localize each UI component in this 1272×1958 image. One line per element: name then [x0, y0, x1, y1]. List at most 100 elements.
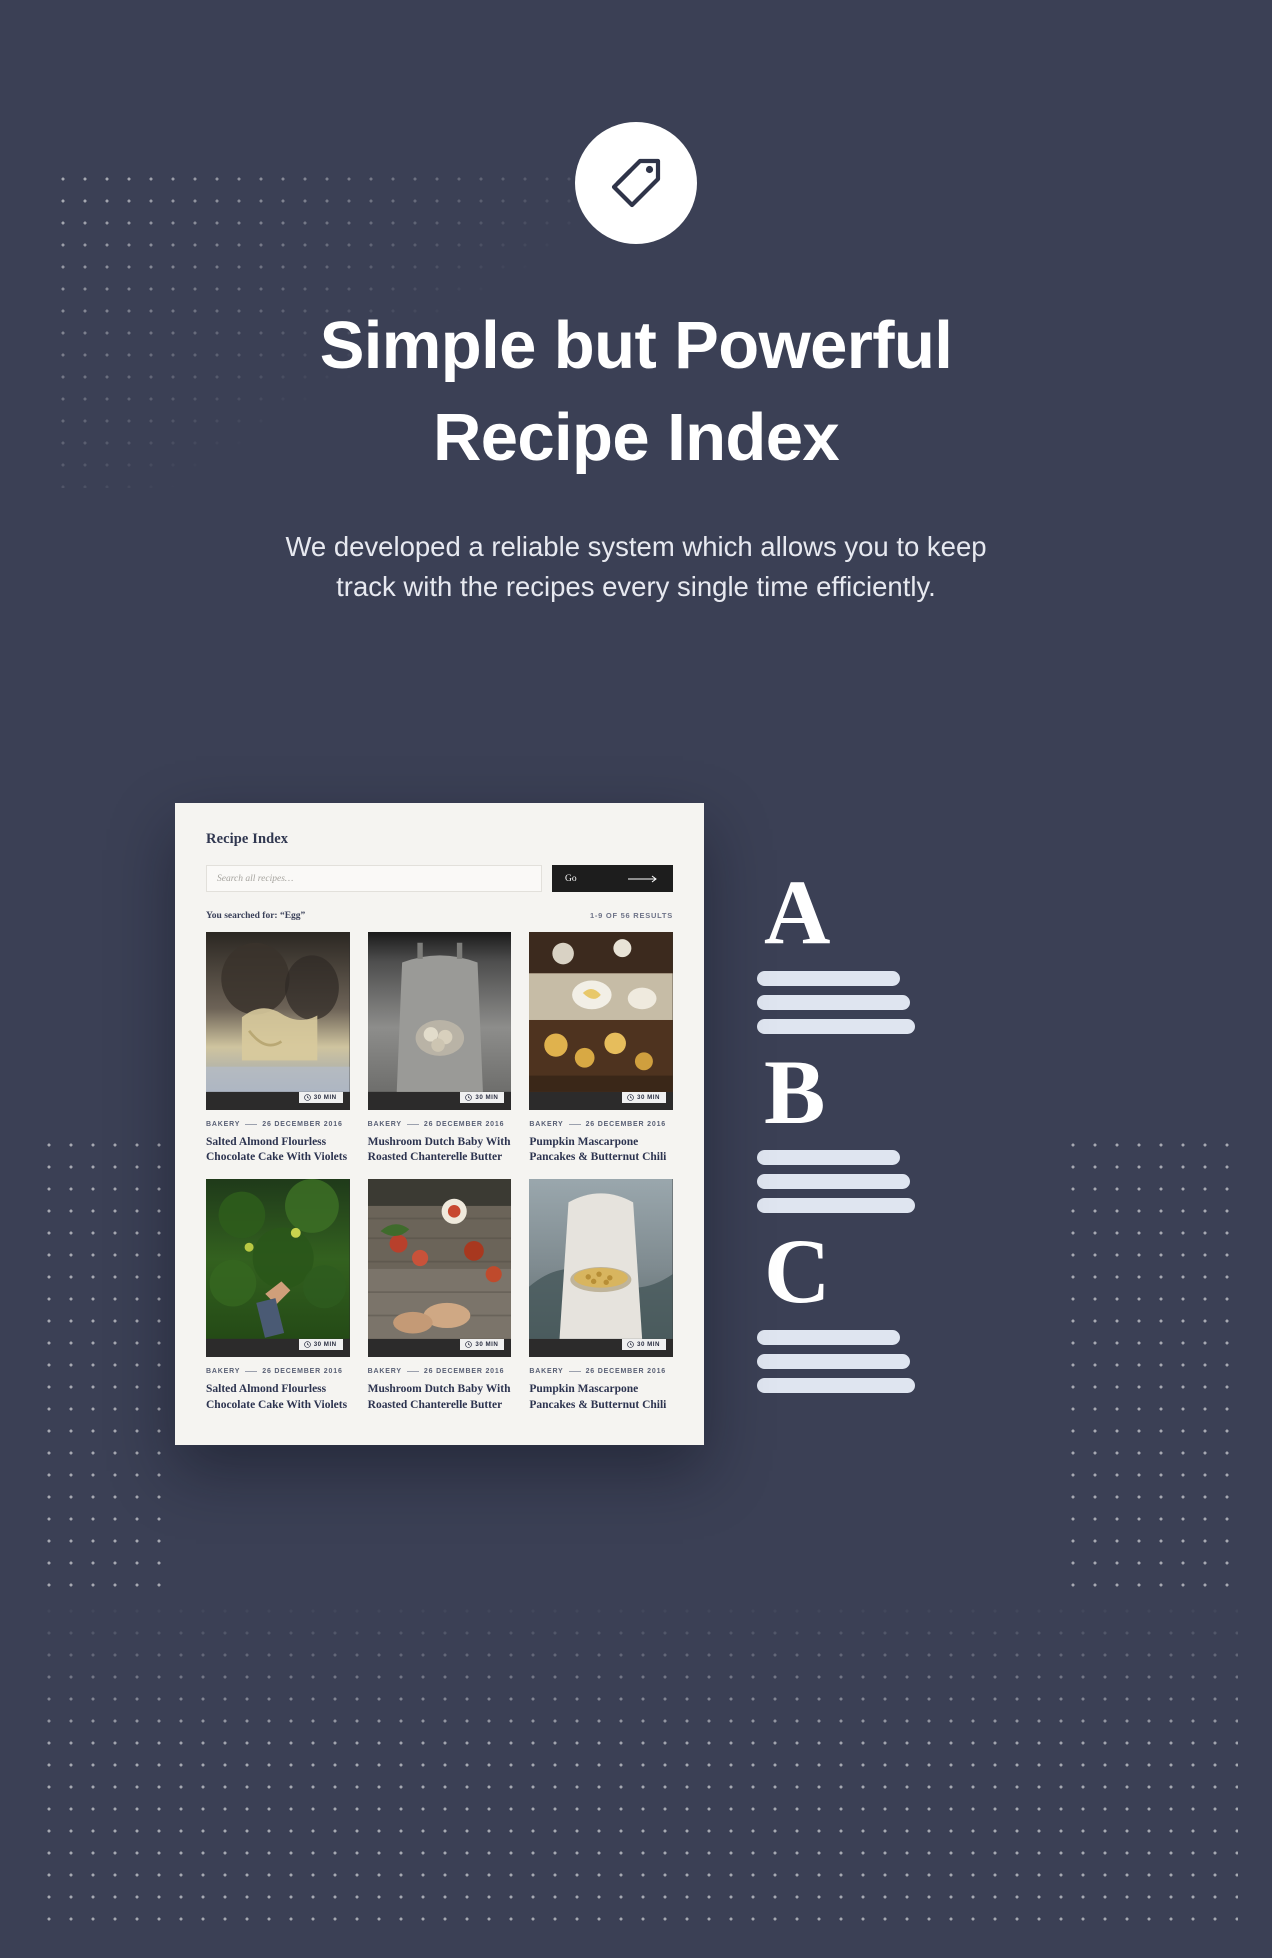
clock-icon [303, 1341, 311, 1349]
duration-badge: 30 MIN [622, 1092, 666, 1103]
recipe-title[interactable]: Mushroom Dutch Baby With Roasted Chanter… [368, 1135, 512, 1165]
alphabet-block-a: A [752, 866, 1052, 1034]
page-title-line-2: Recipe Index [432, 400, 840, 476]
recipe-date: 26 DECEMBER 2016 [262, 1368, 343, 1376]
meta-divider-icon [245, 1124, 258, 1125]
recipe-index-mockup: Recipe Index Go You searched for: “Egg” … [175, 803, 704, 1445]
recipe-date: 26 DECEMBER 2016 [262, 1121, 343, 1128]
recipe-meta: BAKERY 26 DECEMBER 2016 [206, 1121, 350, 1128]
alphabet-letter: B [764, 1040, 826, 1143]
duration-badge: 30 MIN [622, 1339, 666, 1351]
clock-icon [303, 1094, 311, 1101]
recipe-date: 26 DECEMBER 2016 [423, 1368, 505, 1376]
recipe-category: BAKERY [529, 1121, 564, 1128]
recipe-card[interactable]: 30 MIN BAKERY 26 DECEMBER 2016 Mushroom … [367, 932, 512, 1165]
recipe-card[interactable]: 30 MIN BAKERY 26 DECEMBER 2016 Mushroom … [367, 1179, 512, 1412]
recipe-title[interactable]: Pumpkin Mascarpone Pancakes & Butternut … [529, 1382, 673, 1412]
recipe-meta: BAKERY 26 DECEMBER 2016 [206, 1368, 350, 1375]
alphabet-letter: C [764, 1220, 831, 1323]
searched-for-label: You searched for: “Egg” [206, 911, 306, 921]
duration-label: 30 MIN [313, 1094, 337, 1101]
alphabet-block-c: C [752, 1220, 1052, 1393]
recipe-thumbnail[interactable]: 30 MIN [529, 932, 673, 1110]
recipe-meta: BAKERY 26 DECEMBER 2016 [368, 1121, 512, 1128]
recipe-thumbnail[interactable]: 30 MIN [529, 1179, 673, 1358]
clock-icon [465, 1341, 473, 1349]
search-input[interactable] [206, 865, 542, 892]
recipe-thumbnail[interactable]: 30 MIN [367, 932, 512, 1110]
duration-label: 30 MIN [475, 1341, 499, 1349]
search-submit-button[interactable]: Go [552, 865, 673, 892]
recipe-image [367, 1179, 512, 1340]
result-bar: You searched for: “Egg” 1-9 OF 56 RESULT… [206, 911, 673, 921]
recipe-category: BAKERY [206, 1368, 241, 1376]
alphabet-lines [752, 1150, 1052, 1214]
dot-grid-right [1062, 1134, 1242, 1604]
recipe-card[interactable]: 30 MIN BAKERY 26 DECEMBER 2016 Pumpkin M… [529, 1179, 673, 1412]
recipe-meta: BAKERY 26 DECEMBER 2016 [529, 1121, 673, 1128]
page-title-line-1: Simple but Powerful [319, 308, 953, 383]
duration-badge: 30 MIN [460, 1339, 505, 1351]
recipe-date: 26 DECEMBER 2016 [585, 1121, 666, 1128]
duration-badge: 30 MIN [460, 1092, 505, 1103]
tag-icon [604, 151, 668, 215]
search-row: Go [206, 865, 673, 892]
recipe-grid: 30 MIN BAKERY 26 DECEMBER 2016 Salted Al… [206, 932, 673, 1413]
alphabet-lines [752, 1329, 1052, 1393]
recipe-image [529, 932, 673, 1092]
recipe-thumbnail[interactable]: 30 MIN [206, 1179, 350, 1358]
logo-badge [575, 122, 697, 244]
meta-divider-icon [568, 1371, 581, 1373]
placeholder-line [757, 1377, 915, 1393]
result-count-label: 1-9 OF 56 RESULTS [589, 911, 673, 920]
meta-divider-icon [406, 1124, 419, 1125]
duration-badge: 30 MIN [298, 1339, 343, 1351]
duration-badge: 30 MIN [298, 1092, 343, 1103]
alphabet-index-graphic: A B C [752, 866, 1052, 1409]
recipe-category: BAKERY [367, 1121, 402, 1128]
recipe-meta: BAKERY 26 DECEMBER 2016 [529, 1368, 673, 1375]
page-subtitle-line-2: track with the recipes every single time… [336, 570, 936, 602]
duration-label: 30 MIN [637, 1094, 660, 1101]
recipe-thumbnail[interactable]: 30 MIN [367, 1179, 512, 1358]
alphabet-block-b: B [752, 1040, 1052, 1214]
recipe-index-panel: Recipe Index Go You searched for: “Egg” … [175, 803, 704, 1445]
alphabet-lines [752, 970, 1052, 1034]
recipe-title[interactable]: Pumpkin Mascarpone Pancakes & Butternut … [529, 1135, 673, 1165]
recipe-meta: BAKERY 26 DECEMBER 2016 [368, 1368, 512, 1375]
placeholder-line [757, 1174, 910, 1190]
recipe-title[interactable]: Salted Almond Flourless Chocolate Cake W… [206, 1382, 350, 1412]
placeholder-line [757, 994, 910, 1010]
recipe-thumbnail[interactable]: 30 MIN [206, 932, 350, 1110]
recipe-card[interactable]: 30 MIN BAKERY 26 DECEMBER 2016 Pumpkin M… [529, 932, 673, 1165]
duration-label: 30 MIN [637, 1341, 660, 1349]
recipe-title[interactable]: Salted Almond Flourless Chocolate Cake W… [206, 1135, 350, 1165]
placeholder-line [757, 1329, 900, 1345]
recipe-card[interactable]: 30 MIN BAKERY 26 DECEMBER 2016 Salted Al… [206, 1179, 350, 1412]
duration-label: 30 MIN [475, 1094, 499, 1101]
meta-divider-icon [568, 1124, 581, 1125]
hero-section: Simple but Powerful Recipe Index We deve… [0, 122, 1272, 607]
recipe-card[interactable]: 30 MIN BAKERY 26 DECEMBER 2016 Salted Al… [206, 932, 350, 1165]
recipe-image [206, 1179, 350, 1340]
recipe-category: BAKERY [529, 1368, 564, 1376]
placeholder-line [757, 1150, 900, 1166]
page-subtitle: We developed a reliable system which all… [221, 527, 1051, 607]
clock-icon [627, 1341, 634, 1349]
recipe-category: BAKERY [367, 1368, 402, 1376]
recipe-image [206, 932, 350, 1092]
recipe-title[interactable]: Mushroom Dutch Baby With Roasted Chanter… [368, 1382, 512, 1412]
placeholder-line [757, 970, 900, 986]
panel-title: Recipe Index [206, 831, 289, 847]
meta-divider-icon [406, 1371, 419, 1373]
duration-label: 30 MIN [313, 1341, 337, 1349]
clock-icon [627, 1094, 634, 1101]
placeholder-line [757, 1198, 915, 1214]
recipe-date: 26 DECEMBER 2016 [423, 1121, 505, 1128]
arrow-right-icon [628, 875, 660, 883]
recipe-image [367, 932, 512, 1092]
dot-grid-left [38, 1134, 168, 1604]
clock-icon [465, 1094, 473, 1101]
recipe-image [529, 1179, 673, 1340]
page-subtitle-line-1: We developed a reliable system which all… [285, 530, 987, 562]
